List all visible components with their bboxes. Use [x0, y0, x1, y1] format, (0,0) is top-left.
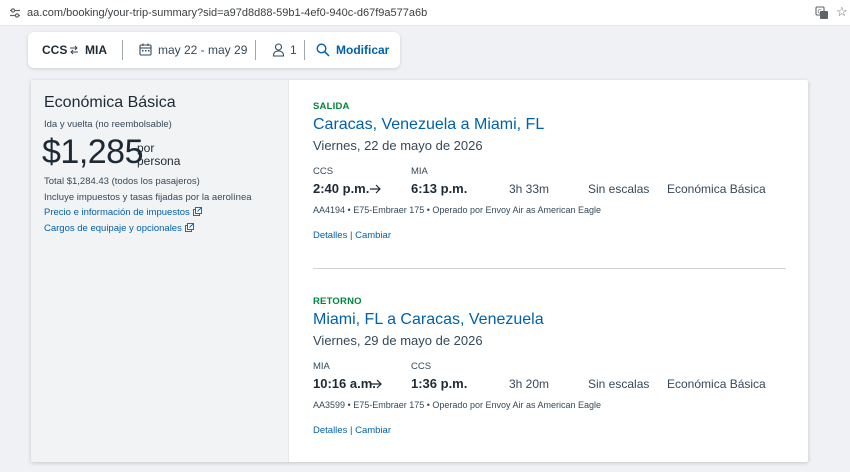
outbound-operator: Operado por Envoy Air as American Eagle	[432, 205, 602, 215]
travel-dates[interactable]: may 22 - may 29	[158, 43, 247, 57]
price-per-person: $1,285	[42, 133, 144, 171]
taxes-note: Incluye impuestos y tasas fijadas por la…	[44, 192, 252, 203]
search-summary-bar: CCS MIA may 22 - may 29 1 Modificar	[28, 32, 400, 68]
outbound-departure-code: CCS	[313, 166, 334, 177]
external-link-icon	[192, 207, 202, 216]
return-cabin: Económica Básica	[667, 377, 766, 391]
translate-icon[interactable]: G	[815, 6, 829, 20]
price-info-link-label[interactable]: Precio e información de impuestos	[44, 207, 190, 218]
outbound-date: Viernes, 22 de mayo de 2026	[313, 138, 483, 153]
external-link-icon	[184, 223, 194, 232]
outbound-details-link[interactable]: Detalles	[313, 230, 347, 241]
return-stops: Sin escalas	[588, 377, 650, 391]
svg-text:G: G	[818, 8, 823, 15]
return-arrival-code: CCS	[411, 361, 432, 372]
calendar-icon	[139, 43, 152, 56]
return-duration: 3h 20m	[509, 377, 550, 391]
outbound-route[interactable]: Caracas, Venezuela a Miami, FL	[313, 116, 544, 134]
outbound-label: SALIDA	[313, 101, 350, 112]
outbound-actions: Detalles | Cambiar	[313, 230, 391, 241]
fare-title: Económica Básica	[44, 94, 176, 111]
return-departure-code: MIA	[313, 361, 330, 372]
return-aircraft: E75-Embraer 175	[353, 400, 425, 410]
origin-code[interactable]: CCS	[42, 43, 67, 57]
divider	[122, 40, 123, 60]
outbound-duration: 3h 33m	[509, 182, 550, 196]
passenger-count[interactable]: 1	[290, 43, 297, 57]
outbound-arrival-time: 6:13 p.m.	[411, 181, 468, 196]
return-actions: Detalles | Cambiar	[313, 425, 391, 436]
return-departure-time: 10:16 a.m.	[313, 376, 376, 391]
swap-icon[interactable]	[69, 45, 79, 55]
return-details-link[interactable]: Detalles	[313, 425, 347, 436]
outbound-change-link[interactable]: Cambiar	[355, 230, 391, 241]
outbound-aircraft: E75-Embraer 175	[353, 205, 425, 215]
outbound-cabin: Económica Básica	[667, 182, 766, 196]
outbound-departure-time: 2:40 p.m.	[313, 181, 370, 196]
baggage-fees-link-label[interactable]: Cargos de equipaje y opcionales	[44, 223, 182, 234]
destination-code[interactable]: MIA	[85, 43, 107, 57]
search-icon[interactable]	[316, 43, 330, 57]
outbound-arrival-code: MIA	[411, 166, 428, 177]
right-arrow-icon	[370, 184, 381, 194]
fare-subtitle: Ida y vuelta (no reembolsable)	[44, 119, 172, 130]
divider	[304, 40, 305, 60]
modify-search-button[interactable]: Modificar	[336, 43, 389, 57]
person-icon	[272, 43, 285, 57]
return-flight-number: AA3599	[313, 400, 346, 410]
right-arrow-icon	[371, 379, 382, 389]
baggage-fees-link[interactable]: Cargos de equipaje y opcionales	[44, 223, 194, 234]
url-text[interactable]: aa.com/booking/your-trip-summary?sid=a97…	[27, 7, 427, 19]
fare-summary-panel: Económica Básica Ida y vuelta (no reembo…	[31, 80, 289, 462]
return-operator: Operado por Envoy Air as American Eagle	[432, 400, 602, 410]
return-arrival-time: 1:36 p.m.	[411, 376, 468, 391]
site-settings-icon[interactable]	[9, 7, 21, 19]
bookmark-star-icon[interactable]: ☆	[836, 5, 848, 19]
outbound-flight-info: AA4194 • E75-Embraer 175 • Operado por E…	[313, 205, 601, 215]
outbound-stops: Sin escalas	[588, 182, 650, 196]
price-info-link[interactable]: Precio e información de impuestos	[44, 207, 202, 218]
return-change-link[interactable]: Cambiar	[355, 425, 391, 436]
segment-divider	[313, 268, 786, 269]
return-route[interactable]: Miami, FL a Caracas, Venezuela	[313, 311, 544, 329]
total-price: Total $1,284.43 (todos los pasajeros)	[44, 176, 200, 187]
browser-url-bar[interactable]: aa.com/booking/your-trip-summary?sid=a97…	[0, 0, 850, 26]
return-date: Viernes, 29 de mayo de 2026	[313, 333, 483, 348]
outbound-flight-number: AA4194	[313, 205, 346, 215]
return-label: RETORNO	[313, 296, 362, 307]
divider	[255, 40, 256, 60]
price-person-label: persona	[137, 154, 181, 168]
return-flight-info: AA3599 • E75-Embraer 175 • Operado por E…	[313, 400, 601, 410]
trip-summary-card: Económica Básica Ida y vuelta (no reembo…	[31, 80, 808, 462]
